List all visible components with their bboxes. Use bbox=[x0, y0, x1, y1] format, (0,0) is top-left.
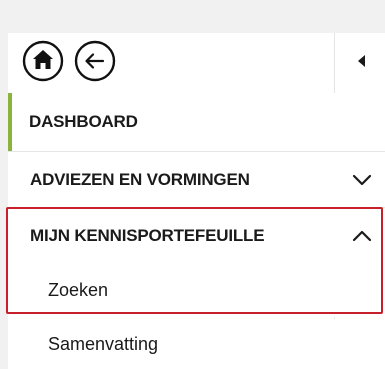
home-icon[interactable] bbox=[22, 40, 64, 82]
chevron-down-icon bbox=[352, 174, 372, 185]
nav-item-label: MIJN KENNISPORTEFEUILLE bbox=[30, 225, 265, 245]
nav-item-mijn-kennisportefeuille[interactable]: MIJN KENNISPORTEFEUILLE bbox=[8, 207, 385, 263]
collapse-sidebar-button[interactable] bbox=[335, 33, 385, 89]
triangle-left-icon bbox=[357, 55, 365, 67]
nav-item-label: DASHBOARD bbox=[29, 112, 138, 131]
subnav-item-label: Samenvatting bbox=[48, 333, 159, 354]
nav-item-label: ADVIEZEN EN VORMINGEN bbox=[30, 169, 250, 189]
chevron-up-icon bbox=[352, 230, 372, 241]
nav-item-adviezen-en-vormingen[interactable]: ADVIEZEN EN VORMINGEN bbox=[8, 151, 385, 207]
arrow-left-icon[interactable] bbox=[74, 40, 116, 82]
sidebar-top-actions bbox=[22, 40, 116, 82]
subnav-item-zoeken[interactable]: Zoeken bbox=[8, 263, 385, 317]
nav-item-dashboard[interactable]: DASHBOARD bbox=[8, 93, 385, 151]
subnav-item-samenvatting[interactable]: Samenvatting bbox=[8, 319, 385, 369]
subnav-item-label: Zoeken bbox=[48, 279, 109, 300]
